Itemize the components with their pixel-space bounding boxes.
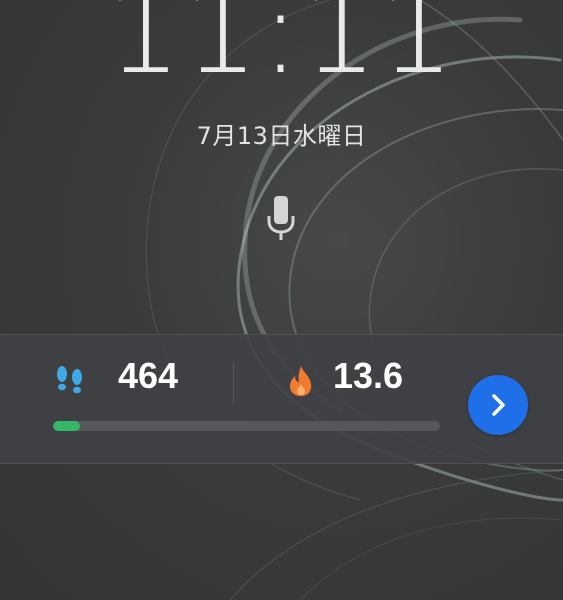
steps-count: 464 xyxy=(118,355,179,396)
calories-count: 13.6 xyxy=(333,355,404,396)
chevron-right-icon xyxy=(492,394,505,416)
microphone-icon[interactable] xyxy=(266,196,296,242)
lock-screen: 11:11 7月13日水曜日 464 13.6 xyxy=(0,0,563,600)
fitness-widget[interactable]: 464 13.6 xyxy=(0,334,563,464)
lock-date: 7月13日水曜日 xyxy=(196,122,367,150)
divider xyxy=(233,361,234,403)
steps-progress-bar xyxy=(53,421,440,431)
flame-icon xyxy=(290,366,312,396)
steps-progress-fill xyxy=(53,421,81,431)
footsteps-icon xyxy=(57,366,82,394)
lock-clock: 11:11 xyxy=(106,0,457,100)
open-fitness-button[interactable] xyxy=(468,375,528,435)
